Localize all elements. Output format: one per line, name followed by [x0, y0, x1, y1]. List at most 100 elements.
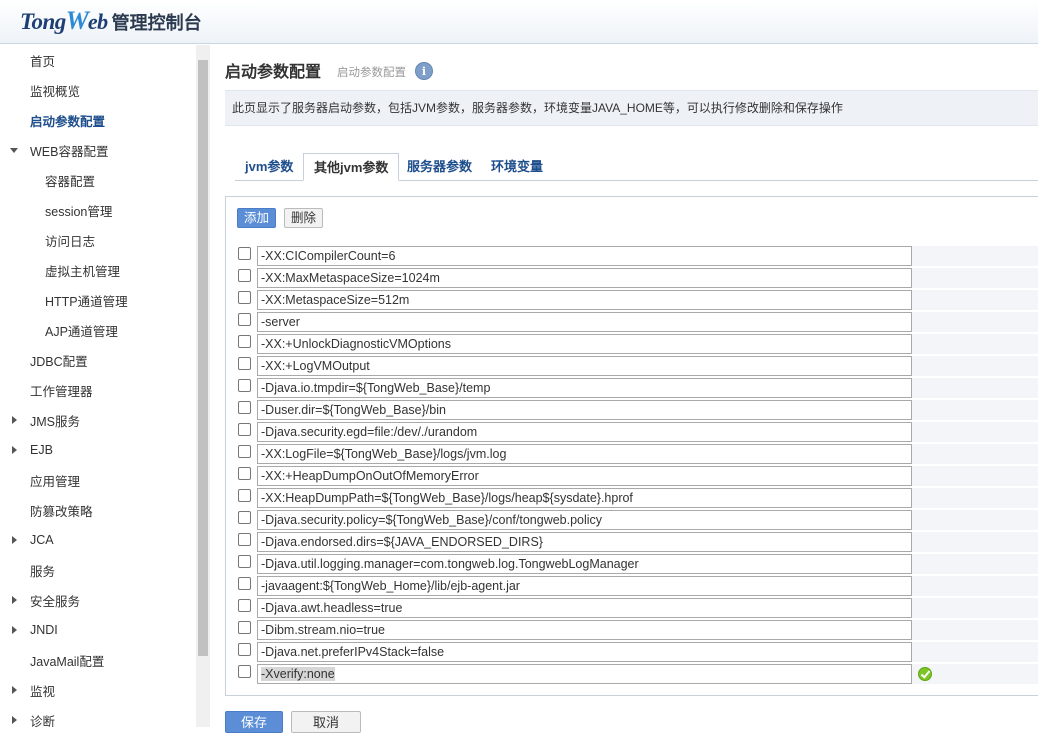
sidebar-item[interactable]: JCA — [0, 525, 196, 555]
param-input[interactable]: -XX:+LogVMOutput — [257, 356, 912, 376]
tab[interactable]: 其他jvm参数 — [303, 153, 400, 181]
caret-right-icon[interactable] — [12, 686, 17, 694]
sidebar-item[interactable]: 虚拟主机管理 — [0, 255, 196, 285]
row-shade — [912, 554, 1038, 574]
sidebar-item-label: 虚拟主机管理 — [45, 264, 121, 279]
param-input[interactable]: -Djava.endorsed.dirs=${JAVA_ENDORSED_DIR… — [257, 532, 912, 552]
row-checkbox[interactable] — [238, 467, 251, 480]
caret-right-icon[interactable] — [12, 596, 17, 604]
sidebar-item[interactable]: 容器配置 — [0, 165, 196, 195]
param-row: -XX:MetaspaceSize=512m — [226, 289, 1038, 311]
row-shade — [912, 620, 1038, 640]
sidebar-item[interactable]: 启动参数配置 — [0, 105, 196, 135]
sidebar-item[interactable]: 首页 — [0, 45, 196, 75]
row-checkbox[interactable] — [238, 401, 251, 414]
param-row: -Djava.security.policy=${TongWeb_Base}/c… — [226, 509, 1038, 531]
param-input[interactable]: -XX:+HeapDumpOnOutOfMemoryError — [257, 466, 912, 486]
param-input[interactable]: -XX:HeapDumpPath=${TongWeb_Base}/logs/he… — [257, 488, 912, 508]
row-checkbox[interactable] — [238, 291, 251, 304]
sidebar-item[interactable]: EJB — [0, 435, 196, 465]
row-checkbox[interactable] — [238, 335, 251, 348]
cancel-button[interactable]: 取消 — [291, 711, 361, 733]
param-input[interactable]: -XX:LogFile=${TongWeb_Base}/logs/jvm.log — [257, 444, 912, 464]
add-button[interactable]: 添加 — [237, 208, 277, 228]
param-input[interactable]: -Djava.net.preferIPv4Stack=false — [257, 642, 912, 662]
row-checkbox[interactable] — [238, 555, 251, 568]
caret-right-icon[interactable] — [12, 416, 17, 424]
tab[interactable]: jvm参数 — [235, 153, 303, 181]
param-input[interactable]: -Duser.dir=${TongWeb_Base}/bin — [257, 400, 912, 420]
param-row: -XX:CICompilerCount=6 — [226, 245, 1038, 267]
sidebar-item[interactable]: JavaMail配置 — [0, 645, 196, 675]
sidebar-item[interactable]: session管理 — [0, 195, 196, 225]
save-button[interactable]: 保存 — [225, 711, 283, 733]
sidebar-item[interactable]: HTTP通道管理 — [0, 285, 196, 315]
sidebar-item[interactable]: 服务 — [0, 555, 196, 585]
sidebar-item[interactable]: 防篡改策略 — [0, 495, 196, 525]
delete-button[interactable]: 删除 — [284, 208, 324, 228]
param-value: -server — [261, 315, 300, 329]
row-shade — [912, 400, 1038, 420]
param-input[interactable]: -Djava.util.logging.manager=com.tongweb.… — [257, 554, 912, 574]
row-checkbox[interactable] — [238, 269, 251, 282]
caret-right-icon[interactable] — [12, 536, 17, 544]
sidebar-item[interactable]: JMS服务 — [0, 405, 196, 435]
sidebar-item[interactable]: 诊断 — [0, 705, 196, 727]
param-row: -Djava.awt.headless=true — [226, 597, 1038, 619]
row-checkbox[interactable] — [238, 533, 251, 546]
sidebar-item[interactable]: 访问日志 — [0, 225, 196, 255]
row-checkbox[interactable] — [238, 489, 251, 502]
row-checkbox[interactable] — [238, 511, 251, 524]
param-value: -Djava.security.policy=${TongWeb_Base}/c… — [261, 513, 603, 527]
caret-right-icon[interactable] — [12, 626, 17, 634]
row-checkbox[interactable] — [238, 313, 251, 326]
sidebar-item[interactable]: 工作管理器 — [0, 375, 196, 405]
check-icon — [918, 667, 932, 681]
param-input[interactable]: -javaagent:${TongWeb_Home}/lib/ejb-agent… — [257, 576, 912, 596]
row-checkbox[interactable] — [238, 247, 251, 260]
info-icon[interactable]: i — [415, 62, 433, 80]
param-row: -XX:MaxMetaspaceSize=1024m — [226, 267, 1038, 289]
param-input[interactable]: -server — [257, 312, 912, 332]
caret-right-icon[interactable] — [12, 446, 17, 454]
row-shade — [912, 510, 1038, 530]
sidebar-item-label: EJB — [30, 443, 53, 457]
param-input[interactable]: -Djava.awt.headless=true — [257, 598, 912, 618]
param-input[interactable]: -Djava.security.egd=file:/dev/./urandom — [257, 422, 912, 442]
row-checkbox[interactable] — [238, 643, 251, 656]
sidebar-item-label: 启动参数配置 — [30, 114, 106, 129]
sidebar-scrollbar-thumb[interactable] — [198, 60, 208, 656]
param-input[interactable]: -Xverify:none — [257, 664, 912, 684]
caret-down-icon[interactable] — [10, 148, 18, 153]
sidebar-item[interactable]: 监视 — [0, 675, 196, 705]
row-checkbox[interactable] — [238, 665, 251, 678]
row-checkbox[interactable] — [238, 357, 251, 370]
sidebar-item[interactable]: AJP通道管理 — [0, 315, 196, 345]
param-input[interactable]: -Djava.io.tmpdir=${TongWeb_Base}/temp — [257, 378, 912, 398]
param-row: -XX:+UnlockDiagnosticVMOptions — [226, 333, 1038, 355]
tab[interactable]: 环境变量 — [481, 153, 553, 181]
sidebar-item[interactable]: 安全服务 — [0, 585, 196, 615]
sidebar-item[interactable]: JNDI — [0, 615, 196, 645]
sidebar-item-label: JavaMail配置 — [30, 654, 105, 669]
param-value: -XX:+UnlockDiagnosticVMOptions — [261, 337, 452, 351]
caret-right-icon[interactable] — [12, 716, 17, 724]
sidebar-item[interactable]: JDBC配置 — [0, 345, 196, 375]
row-checkbox[interactable] — [238, 379, 251, 392]
row-checkbox[interactable] — [238, 621, 251, 634]
param-input[interactable]: -Dibm.stream.nio=true — [257, 620, 912, 640]
sidebar-item[interactable]: 应用管理 — [0, 465, 196, 495]
sidebar-item[interactable]: 监视概览 — [0, 75, 196, 105]
row-checkbox[interactable] — [238, 445, 251, 458]
row-shade — [912, 356, 1038, 376]
tab[interactable]: 服务器参数 — [397, 153, 482, 181]
row-checkbox[interactable] — [238, 577, 251, 590]
param-input[interactable]: -Djava.security.policy=${TongWeb_Base}/c… — [257, 510, 912, 530]
row-checkbox[interactable] — [238, 599, 251, 612]
param-input[interactable]: -XX:MetaspaceSize=512m — [257, 290, 912, 310]
row-checkbox[interactable] — [238, 423, 251, 436]
param-input[interactable]: -XX:MaxMetaspaceSize=1024m — [257, 268, 912, 288]
sidebar-item[interactable]: WEB容器配置 — [0, 135, 196, 165]
param-input[interactable]: -XX:CICompilerCount=6 — [257, 246, 912, 266]
param-input[interactable]: -XX:+UnlockDiagnosticVMOptions — [257, 334, 912, 354]
